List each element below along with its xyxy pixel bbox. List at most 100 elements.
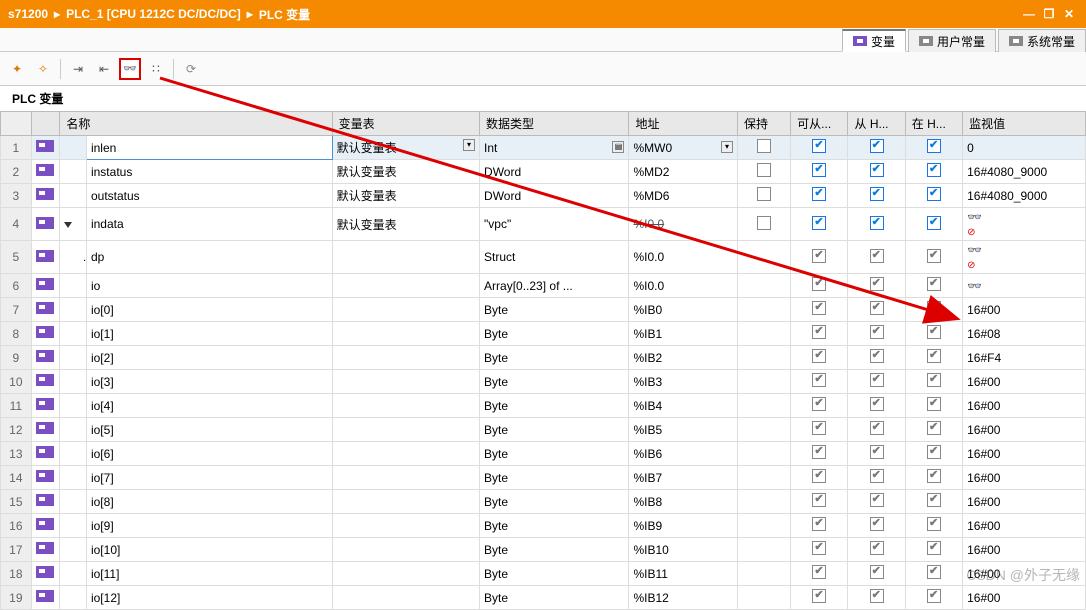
cell-table[interactable]: 默认变量表 (332, 160, 479, 184)
checkbox[interactable] (927, 139, 941, 153)
cell-table[interactable] (332, 514, 479, 538)
cell-name[interactable]: indata (86, 208, 332, 241)
cell-dtype[interactable]: "vpc" (480, 208, 629, 241)
table-row[interactable]: 16io[9]Byte%IB916#00 (1, 514, 1086, 538)
table-row[interactable]: 5dpStruct%I0.0👓⊘ (1, 241, 1086, 274)
window-minimize-icon[interactable]: — (1020, 7, 1038, 21)
col-table[interactable]: 变量表 (332, 112, 479, 136)
row-number[interactable]: 6 (1, 274, 32, 298)
dropdown-icon[interactable]: ▾ (721, 141, 733, 153)
row-number[interactable]: 13 (1, 442, 32, 466)
checkbox[interactable] (927, 349, 941, 363)
col-retain[interactable]: 保持 (737, 112, 790, 136)
checkbox[interactable] (812, 139, 826, 153)
cell-addr[interactable]: %I0.0 (629, 241, 737, 274)
cell-table[interactable] (332, 466, 479, 490)
row-number[interactable]: 10 (1, 370, 32, 394)
expand-icon[interactable] (64, 222, 72, 228)
cell-table[interactable] (332, 586, 479, 610)
cell-addr[interactable]: %IB3 (629, 370, 737, 394)
breadcrumb-b[interactable]: PLC_1 [CPU 1212C DC/DC/DC] (66, 7, 241, 21)
row-number[interactable]: 16 (1, 514, 32, 538)
row-number[interactable]: 11 (1, 394, 32, 418)
checkbox[interactable] (927, 187, 941, 201)
table-row[interactable]: 10io[3]Byte%IB316#00 (1, 370, 1086, 394)
window-close-icon[interactable]: ✕ (1060, 7, 1078, 21)
checkbox[interactable] (870, 277, 884, 291)
checkbox[interactable] (870, 139, 884, 153)
checkbox[interactable] (927, 397, 941, 411)
checkbox[interactable] (870, 301, 884, 315)
col-mon[interactable]: 监视值 (963, 112, 1086, 136)
table-row[interactable]: 12io[5]Byte%IB516#00 (1, 418, 1086, 442)
col-inh[interactable]: 在 H... (905, 112, 962, 136)
checkbox[interactable] (870, 421, 884, 435)
tab-user-constants[interactable]: 用户常量 (908, 29, 996, 52)
checkbox[interactable] (812, 493, 826, 507)
cell-addr[interactable]: %MD6 (629, 184, 737, 208)
checkbox[interactable] (870, 589, 884, 603)
checkbox[interactable] (870, 541, 884, 555)
checkbox[interactable] (870, 249, 884, 263)
cell-addr[interactable]: %I0.0 (629, 208, 737, 241)
cell-table[interactable] (332, 370, 479, 394)
checkbox[interactable] (812, 187, 826, 201)
checkbox[interactable] (927, 541, 941, 555)
checkbox[interactable] (927, 469, 941, 483)
cell-dtype[interactable]: Byte (480, 466, 629, 490)
cell-dtype[interactable]: Byte (480, 346, 629, 370)
checkbox[interactable] (927, 277, 941, 291)
checkbox[interactable] (870, 517, 884, 531)
cell-dtype[interactable]: Byte (480, 418, 629, 442)
cell-table[interactable] (332, 562, 479, 586)
cell-name[interactable]: outstatus (86, 184, 332, 208)
col-addr[interactable]: 地址 (629, 112, 737, 136)
checkbox[interactable] (812, 373, 826, 387)
table-row[interactable]: 9io[2]Byte%IB216#F4 (1, 346, 1086, 370)
checkbox[interactable] (812, 277, 826, 291)
checkbox[interactable] (870, 373, 884, 387)
monitor-all-icon[interactable] (119, 58, 141, 80)
row-number[interactable]: 4 (1, 208, 32, 241)
cell-table[interactable] (332, 442, 479, 466)
checkbox[interactable] (812, 163, 826, 177)
cell-dtype[interactable]: Int▤ (480, 136, 629, 160)
cell-addr[interactable]: %IB11 (629, 562, 737, 586)
cell-name[interactable]: io[11] (86, 562, 332, 586)
checkbox[interactable] (870, 187, 884, 201)
row-number[interactable]: 18 (1, 562, 32, 586)
checkbox[interactable] (812, 249, 826, 263)
table-row[interactable]: 8io[1]Byte%IB116#08 (1, 322, 1086, 346)
checkbox[interactable] (927, 589, 941, 603)
cell-addr[interactable]: %IB1 (629, 322, 737, 346)
cell-table[interactable] (332, 394, 479, 418)
import-icon[interactable] (93, 58, 115, 80)
tab-system-constants[interactable]: 系统常量 (998, 29, 1086, 52)
checkbox[interactable] (812, 469, 826, 483)
retain-checkbox[interactable] (757, 187, 771, 201)
cell-name[interactable]: io[8] (86, 490, 332, 514)
cell-addr[interactable]: %MD2 (629, 160, 737, 184)
checkbox[interactable] (927, 373, 941, 387)
checkbox[interactable] (812, 325, 826, 339)
row-number[interactable]: 7 (1, 298, 32, 322)
table-row[interactable]: 13io[6]Byte%IB616#00 (1, 442, 1086, 466)
checkbox[interactable] (870, 493, 884, 507)
row-number[interactable]: 15 (1, 490, 32, 514)
export-icon[interactable] (67, 58, 89, 80)
checkbox[interactable] (812, 301, 826, 315)
table-row[interactable]: 17io[10]Byte%IB1016#00 (1, 538, 1086, 562)
table-row[interactable]: 18io[11]Byte%IB1116#00 (1, 562, 1086, 586)
checkbox[interactable] (812, 445, 826, 459)
cell-name[interactable]: io[6] (86, 442, 332, 466)
table-row[interactable]: 7io[0]Byte%IB016#00 (1, 298, 1086, 322)
row-number[interactable]: 3 (1, 184, 32, 208)
row-number[interactable]: 19 (1, 586, 32, 610)
checkbox[interactable] (812, 541, 826, 555)
retain-checkbox[interactable] (757, 216, 771, 230)
row-number[interactable]: 1 (1, 136, 32, 160)
table-row[interactable]: 4indata默认变量表"vpc"%I0.0👓⊘ (1, 208, 1086, 241)
checkbox[interactable] (927, 249, 941, 263)
row-number[interactable]: 2 (1, 160, 32, 184)
checkbox[interactable] (927, 565, 941, 579)
